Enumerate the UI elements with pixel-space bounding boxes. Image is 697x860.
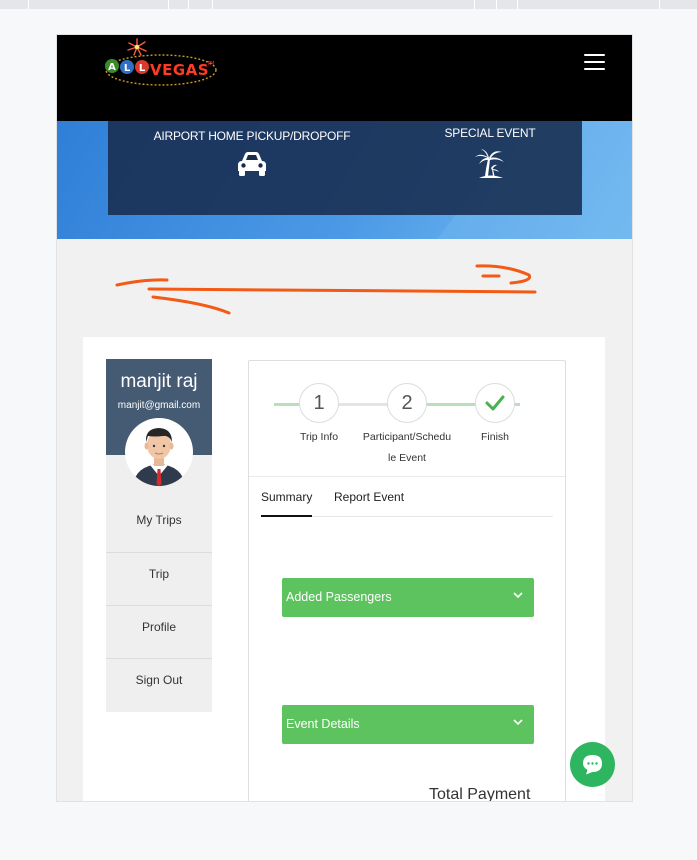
chevron-down-icon (513, 719, 523, 726)
tab-report-event[interactable]: Report Event (334, 490, 404, 504)
step-3-label: Finish (480, 431, 509, 443)
step-3-circle[interactable] (475, 383, 515, 423)
profile-sidebar: manjit raj manjit@gmail.com My Trips Tri… (106, 359, 212, 712)
palm-tree-icon (475, 149, 504, 178)
annotation-arrow-scribble (115, 264, 537, 315)
step-2-circle[interactable]: 2 (387, 383, 427, 423)
profile-menu-sign-out[interactable]: Sign Out (106, 658, 212, 711)
trip-summary-card: manjit raj manjit@gmail.com My Trips Tri… (83, 337, 605, 802)
checkmark-icon (485, 395, 505, 411)
profile-label: Profile (141, 620, 176, 634)
page-frame: A L L VEGAS TM AIRPORT HOME PICKUP/DROPO… (56, 34, 633, 802)
car-icon (238, 152, 266, 176)
brand-logo[interactable]: A L L VEGAS TM (101, 37, 219, 91)
svg-text:A: A (108, 62, 116, 73)
tab-summary[interactable]: Summary (261, 490, 313, 517)
profile-menu-trip[interactable]: Trip (106, 552, 212, 605)
step-2-label-line1: Participant/Schedu (362, 431, 452, 443)
profile-menu-my-trips[interactable]: My Trips (106, 499, 212, 552)
added-passengers-accordion[interactable]: Added Passengers (282, 578, 534, 617)
sign-out-label: Sign Out (135, 673, 183, 687)
chat-bubble-icon (583, 755, 602, 775)
event-details-accordion[interactable]: Event Details (282, 705, 534, 744)
chevron-down-icon (513, 592, 523, 599)
booking-stepper: 1 2 Trip Info Participant/Schedu le Even… (249, 361, 565, 477)
svg-text:VEGAS: VEGAS (150, 61, 209, 79)
service-airport-pickup[interactable]: AIRPORT HOME PICKUP/DROPOFF (152, 129, 352, 177)
browser-top-strip (0, 0, 697, 9)
profile-menu-profile[interactable]: Profile (106, 605, 212, 658)
step-2-label: Participant/Schedu le Event (353, 427, 461, 469)
added-passengers-title: Added Passengers (286, 590, 392, 604)
menu-toggle-icon[interactable] (584, 54, 605, 70)
stepper-track-segment (339, 403, 387, 406)
service-special-label: SPECIAL EVENT (444, 126, 536, 140)
avatar (125, 418, 193, 486)
profile-name: manjit raj (120, 371, 198, 392)
site-header: A L L VEGAS TM (57, 35, 632, 121)
chat-widget-button[interactable] (570, 742, 615, 787)
my-trips-label: My Trips (136, 513, 182, 527)
step-1-label: Trip Info (299, 431, 339, 443)
service-banner: AIRPORT HOME PICKUP/DROPOFF SPECIAL EVEN… (57, 121, 632, 239)
trip-detail-panel: 1 2 Trip Info Participant/Schedu le Even… (248, 360, 566, 802)
total-payment-heading: Total Payment (429, 786, 531, 802)
step-1-number: 1 (313, 392, 325, 414)
service-selector: AIRPORT HOME PICKUP/DROPOFF SPECIAL EVEN… (108, 121, 582, 215)
svg-text:L: L (139, 63, 146, 74)
trip-label: Trip (148, 567, 170, 581)
step-1-circle[interactable]: 1 (299, 383, 339, 423)
service-airport-label: AIRPORT HOME PICKUP/DROPOFF (153, 129, 351, 143)
profile-email: manjit@gmail.com (117, 400, 201, 411)
svg-text:L: L (124, 63, 131, 74)
svg-text:TM: TM (206, 61, 214, 67)
step-2-label-line2: le Event (388, 452, 426, 464)
event-details-title: Event Details (286, 717, 360, 731)
step-2-number: 2 (401, 392, 413, 414)
detail-tabs: Summary Report Event (261, 481, 553, 517)
service-special-event[interactable]: SPECIAL EVENT (434, 126, 546, 180)
